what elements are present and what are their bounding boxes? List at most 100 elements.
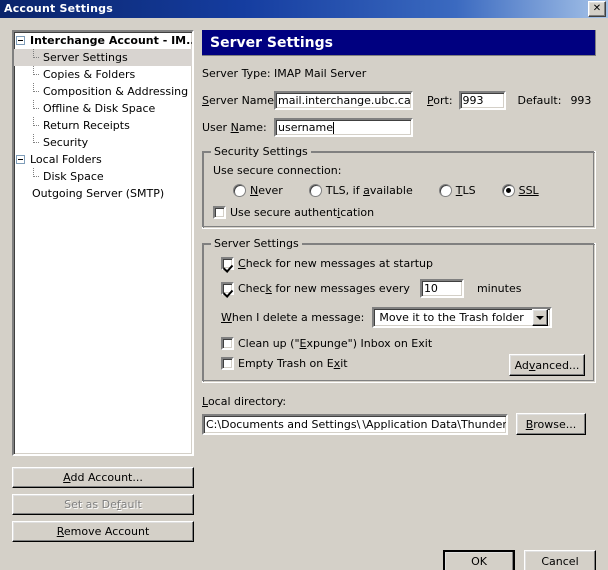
- user-name-row: User Name: username: [202, 118, 596, 137]
- radio-never-label: Never: [250, 184, 283, 197]
- tree-item-label: Composition & Addressing: [42, 85, 188, 98]
- check-at-startup-checkbox-icon[interactable]: [221, 257, 234, 270]
- tree-connector-icon: [31, 66, 42, 83]
- collapse-minus-icon[interactable]: [16, 155, 25, 164]
- set-as-default-label: Set as Default: [64, 498, 142, 511]
- check-at-startup-label: Check for new messages at startup: [238, 257, 433, 270]
- browse-button-label: Browse...: [526, 418, 577, 431]
- user-name-value: username: [278, 120, 333, 135]
- cancel-button[interactable]: Cancel: [524, 550, 596, 570]
- add-account-button[interactable]: Add Account...: [12, 467, 194, 488]
- server-settings-group: Server Settings Check for new messages a…: [202, 243, 596, 383]
- delete-message-selected-value: Move it to the Trash folder: [374, 311, 532, 324]
- tree-item-label: Offline & Disk Space: [42, 102, 155, 115]
- tree-item-composition-addressing[interactable]: Composition & Addressing: [14, 83, 192, 100]
- tree-item-label: Copies & Folders: [42, 68, 135, 81]
- radio-ssl-label: SSL: [519, 184, 539, 197]
- server-type-value: IMAP Mail Server: [274, 67, 366, 80]
- check-every-row[interactable]: Check for new messages every 10 minutes: [213, 279, 585, 298]
- delete-message-row: When I delete a message: Move it to the …: [213, 307, 585, 328]
- server-name-label: Server Name:: [202, 94, 274, 107]
- server-type-row: Server Type: IMAP Mail Server: [202, 64, 596, 83]
- remove-account-button[interactable]: Remove Account: [12, 521, 194, 542]
- tree-connector-icon: [31, 168, 42, 185]
- close-glyph: ✕: [593, 4, 601, 14]
- tree-item-label: Server Settings: [42, 51, 128, 64]
- empty-trash-label: Empty Trash on Exit: [238, 357, 348, 370]
- expunge-inbox-label: Clean up ("Expunge") Inbox on Exit: [238, 337, 432, 350]
- add-account-label: Add Account...: [63, 471, 143, 484]
- tree-item-interchange-account[interactable]: Interchange Account - IM...: [14, 32, 192, 49]
- tree-item-return-receipts[interactable]: Return Receipts: [14, 117, 192, 134]
- set-as-default-button[interactable]: Set as Default: [12, 494, 194, 515]
- security-settings-group: Security Settings Use secure connection:…: [202, 151, 596, 229]
- empty-trash-checkbox-icon[interactable]: [221, 357, 234, 370]
- close-icon[interactable]: ✕: [588, 1, 606, 17]
- radio-never-icon[interactable]: [233, 184, 246, 197]
- server-settings-group-title: Server Settings: [211, 237, 302, 250]
- secure-authentication-label: Use secure authentication: [230, 206, 374, 219]
- tree-item-server-settings[interactable]: Server Settings: [14, 49, 192, 66]
- secure-authentication-checkbox-icon[interactable]: [213, 206, 226, 219]
- default-port-label: Default:: [518, 94, 562, 107]
- check-interval-input[interactable]: 10: [420, 279, 464, 298]
- local-directory-label: Local directory:: [202, 395, 596, 408]
- tree-item-disk-space[interactable]: Disk Space: [14, 168, 192, 185]
- delete-message-label: When I delete a message:: [221, 311, 364, 324]
- tree-item-label: Security: [42, 136, 88, 149]
- local-directory-path-prefix: C:\Documents and Settings\: [206, 417, 360, 432]
- radio-tls-if-available-label: TLS, if available: [326, 184, 413, 197]
- check-every-label: Check for new messages every: [238, 282, 410, 295]
- default-port-value: 993: [570, 94, 591, 107]
- ok-button-label: OK: [471, 555, 487, 568]
- tree-connector-icon: [31, 49, 42, 66]
- tree-item-security[interactable]: Security: [14, 134, 192, 151]
- expunge-inbox-checkbox-icon[interactable]: [221, 337, 234, 350]
- radio-tls-icon[interactable]: [439, 184, 452, 197]
- tree-item-copies-folders[interactable]: Copies & Folders: [14, 66, 192, 83]
- radio-tls-label: TLS: [456, 184, 476, 197]
- secure-connection-radio-group[interactable]: Never TLS, if available TLS SSL: [213, 184, 585, 197]
- remove-account-label: Remove Account: [57, 525, 150, 538]
- local-directory-input[interactable]: C:\Documents and Settings\\Application D…: [202, 414, 508, 435]
- check-at-startup-row[interactable]: Check for new messages at startup: [213, 257, 585, 270]
- account-tree[interactable]: Interchange Account - IM... Server Setti…: [12, 30, 194, 456]
- user-name-input[interactable]: username: [274, 118, 413, 137]
- use-secure-authentication-row[interactable]: Use secure authentication: [213, 206, 585, 219]
- browse-button[interactable]: Browse...: [516, 413, 586, 435]
- cancel-button-label: Cancel: [541, 555, 578, 568]
- tree-item-label: Local Folders: [29, 153, 102, 166]
- local-directory-path-suffix: \Application Data\Thunderbird: [362, 417, 508, 432]
- text-caret: [333, 122, 334, 134]
- collapse-minus-icon[interactable]: [16, 36, 25, 45]
- advanced-button-label: Advanced...: [515, 359, 580, 372]
- delete-message-select[interactable]: Move it to the Trash folder: [372, 307, 552, 328]
- tree-connector-icon: [31, 83, 42, 100]
- radio-ssl-icon[interactable]: [502, 184, 515, 197]
- expunge-inbox-row[interactable]: Clean up ("Expunge") Inbox on Exit: [213, 337, 585, 350]
- use-secure-connection-label: Use secure connection:: [213, 164, 585, 177]
- check-every-checkbox-icon[interactable]: [221, 282, 234, 295]
- server-name-input[interactable]: mail.interchange.ubc.ca: [274, 91, 413, 110]
- tree-connector-icon: [31, 100, 42, 117]
- port-input[interactable]: 993: [459, 91, 506, 110]
- window-title: Account Settings: [4, 0, 588, 18]
- tree-item-local-folders[interactable]: Local Folders: [14, 151, 192, 168]
- chevron-down-icon[interactable]: [532, 309, 548, 326]
- user-name-label: User Name:: [202, 121, 274, 134]
- tree-item-label: Disk Space: [42, 170, 104, 183]
- tree-connector-icon: [31, 134, 42, 151]
- tree-item-label: Outgoing Server (SMTP): [31, 187, 164, 200]
- advanced-button[interactable]: Advanced...: [509, 354, 585, 376]
- security-settings-title: Security Settings: [211, 145, 311, 158]
- tree-item-label: Interchange Account - IM...: [29, 34, 194, 47]
- radio-tls-if-available-icon[interactable]: [309, 184, 322, 197]
- window-titlebar: Account Settings ✕: [0, 0, 608, 18]
- tree-item-offline-disk-space[interactable]: Offline & Disk Space: [14, 100, 192, 117]
- port-label: Port:: [427, 94, 453, 107]
- tree-item-outgoing-server-smtp[interactable]: Outgoing Server (SMTP): [14, 185, 192, 202]
- settings-pane: Server Settings Server Type: IMAP Mail S…: [202, 30, 596, 545]
- tree-connector-icon: [31, 117, 42, 134]
- ok-button[interactable]: OK: [443, 550, 515, 570]
- page-title: Server Settings: [202, 30, 596, 56]
